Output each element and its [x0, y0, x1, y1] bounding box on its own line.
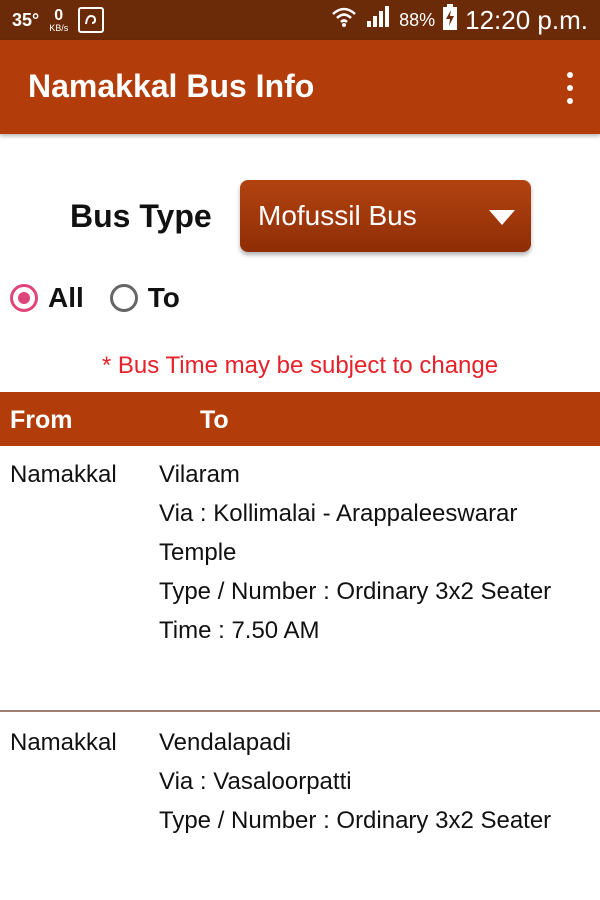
temperature: 35°	[12, 9, 40, 30]
radio-all-label: All	[48, 282, 84, 313]
table-header: From To	[0, 392, 600, 446]
network-speed-value: 0	[54, 6, 64, 24]
row-via: Via : Vasaloorpatti	[159, 768, 352, 795]
schedule-notice: * Bus Time may be subject to change	[101, 352, 499, 379]
row-type-number: Type / Number : Ordinary 3x2 Seater	[159, 807, 552, 834]
row-to: Vendalapadi	[159, 729, 292, 756]
radio-to-label: To	[147, 282, 180, 313]
bus-type-label: Bus Type	[70, 198, 212, 234]
column-header-to: To	[200, 406, 229, 434]
network-speed: 0 KB/s	[49, 6, 69, 33]
network-speed-unit: KB/s	[49, 22, 69, 33]
radio-unchecked-icon	[109, 284, 138, 312]
table-row[interactable]: Namakkal Vendalapadi Via : Vasaloorpatti…	[0, 723, 600, 900]
radio-all[interactable]: All	[10, 282, 84, 314]
signal-icon	[365, 5, 391, 35]
overflow-menu-icon[interactable]	[564, 72, 576, 104]
row-from: Namakkal	[10, 729, 117, 756]
row-divider	[0, 710, 600, 712]
overflow-dot	[567, 98, 573, 104]
row-to: Vilaram	[159, 461, 240, 488]
overflow-dot	[567, 85, 573, 91]
app-bar: Namakkal Bus Info	[0, 40, 600, 134]
radio-to[interactable]: To	[109, 282, 180, 314]
dropdown-caret-icon	[489, 210, 515, 225]
table-row[interactable]: Namakkal Vilaram Via : Kollimalai - Arap…	[0, 455, 600, 710]
bus-type-selected-value: Mofussil Bus	[258, 200, 417, 231]
bus-type-dropdown[interactable]: Mofussil Bus	[240, 180, 531, 252]
battery-percent: 88%	[399, 9, 436, 30]
column-header-from: From	[10, 406, 73, 434]
row-detail: Vilaram Via : Kollimalai - Arappaleeswar…	[159, 455, 579, 650]
app-notification-icon	[78, 7, 105, 33]
filter-radio-group: All To	[10, 282, 180, 314]
wifi-icon	[331, 6, 357, 34]
status-bar: 35° 0 KB/s 88% 12:20 p.m.	[0, 0, 600, 40]
battery-charging-icon	[443, 4, 458, 36]
row-detail: Vendalapadi Via : Vasaloorpatti Type / N…	[159, 723, 579, 840]
row-from: Namakkal	[10, 461, 117, 488]
row-time: Time : 7.50 AM	[159, 617, 320, 644]
overflow-dot	[567, 72, 573, 78]
radio-checked-icon	[10, 284, 38, 312]
clock: 12:20 p.m.	[465, 4, 588, 35]
row-via: Via : Kollimalai - Arappaleeswarar Templ…	[159, 500, 518, 566]
row-type-number: Type / Number : Ordinary 3x2 Seater	[159, 578, 552, 605]
app-title: Namakkal Bus Info	[28, 68, 315, 104]
